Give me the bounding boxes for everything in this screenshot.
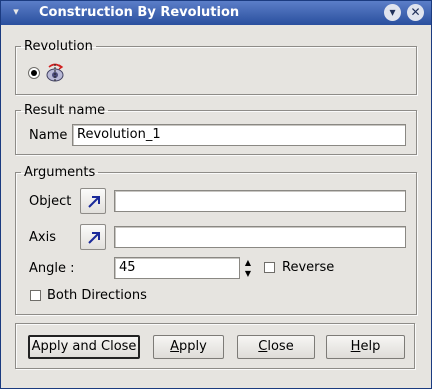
angle-spinbox[interactable]: 45 [114, 257, 240, 279]
revolution-radio[interactable] [28, 67, 40, 79]
object-select-button[interactable] [80, 188, 106, 214]
title-bar[interactable]: ▾ Construction By Revolution ▾ ✕ [1, 1, 431, 25]
close-icon[interactable]: ✕ [407, 4, 424, 21]
apply-and-close-button[interactable]: Apply and Close [28, 335, 140, 359]
object-field[interactable] [114, 190, 406, 212]
reverse-label: Reverse [282, 260, 335, 275]
close-mnemonic: C [258, 339, 268, 354]
result-name-group-title: Result name [24, 103, 106, 118]
dialog-window: ▾ Construction By Revolution ▾ ✕ Revolut… [0, 0, 432, 389]
both-directions-label: Both Directions [47, 288, 147, 303]
axis-select-button[interactable] [80, 224, 106, 250]
spin-down-icon[interactable]: ▼ [240, 268, 256, 279]
revolution-icon [44, 61, 66, 83]
window-menu-icon[interactable]: ▾ [9, 5, 23, 19]
help-mnemonic: H [350, 339, 361, 354]
minimize-icon[interactable]: ▾ [384, 4, 401, 21]
window-title: Construction By Revolution [39, 5, 240, 20]
help-label: elp [360, 339, 381, 354]
select-arrow-icon [88, 232, 100, 244]
apply-button[interactable]: Apply [153, 335, 224, 359]
apply-label: pply [179, 339, 207, 354]
help-button[interactable]: Help [326, 335, 405, 359]
both-directions-checkbox[interactable] [30, 290, 41, 301]
axis-field[interactable] [114, 226, 406, 248]
revolution-group-title: Revolution [24, 39, 93, 54]
object-label: Object [29, 194, 72, 209]
name-label: Name [29, 128, 68, 143]
spin-up-icon[interactable]: ▲ [240, 257, 256, 268]
apply-mnemonic: A [170, 339, 180, 354]
select-arrow-icon [88, 196, 100, 208]
angle-label: Angle : [29, 261, 75, 276]
angle-spinner[interactable]: ▲ ▼ [240, 257, 256, 279]
revolution-group: Revolution [15, 39, 417, 95]
reverse-checkbox[interactable] [264, 262, 275, 273]
close-button[interactable]: Close [237, 335, 315, 359]
axis-label: Axis [29, 230, 56, 245]
close-label: lose [267, 339, 294, 354]
name-field[interactable]: Revolution_1 [72, 124, 406, 146]
arguments-group-title: Arguments [24, 165, 96, 180]
